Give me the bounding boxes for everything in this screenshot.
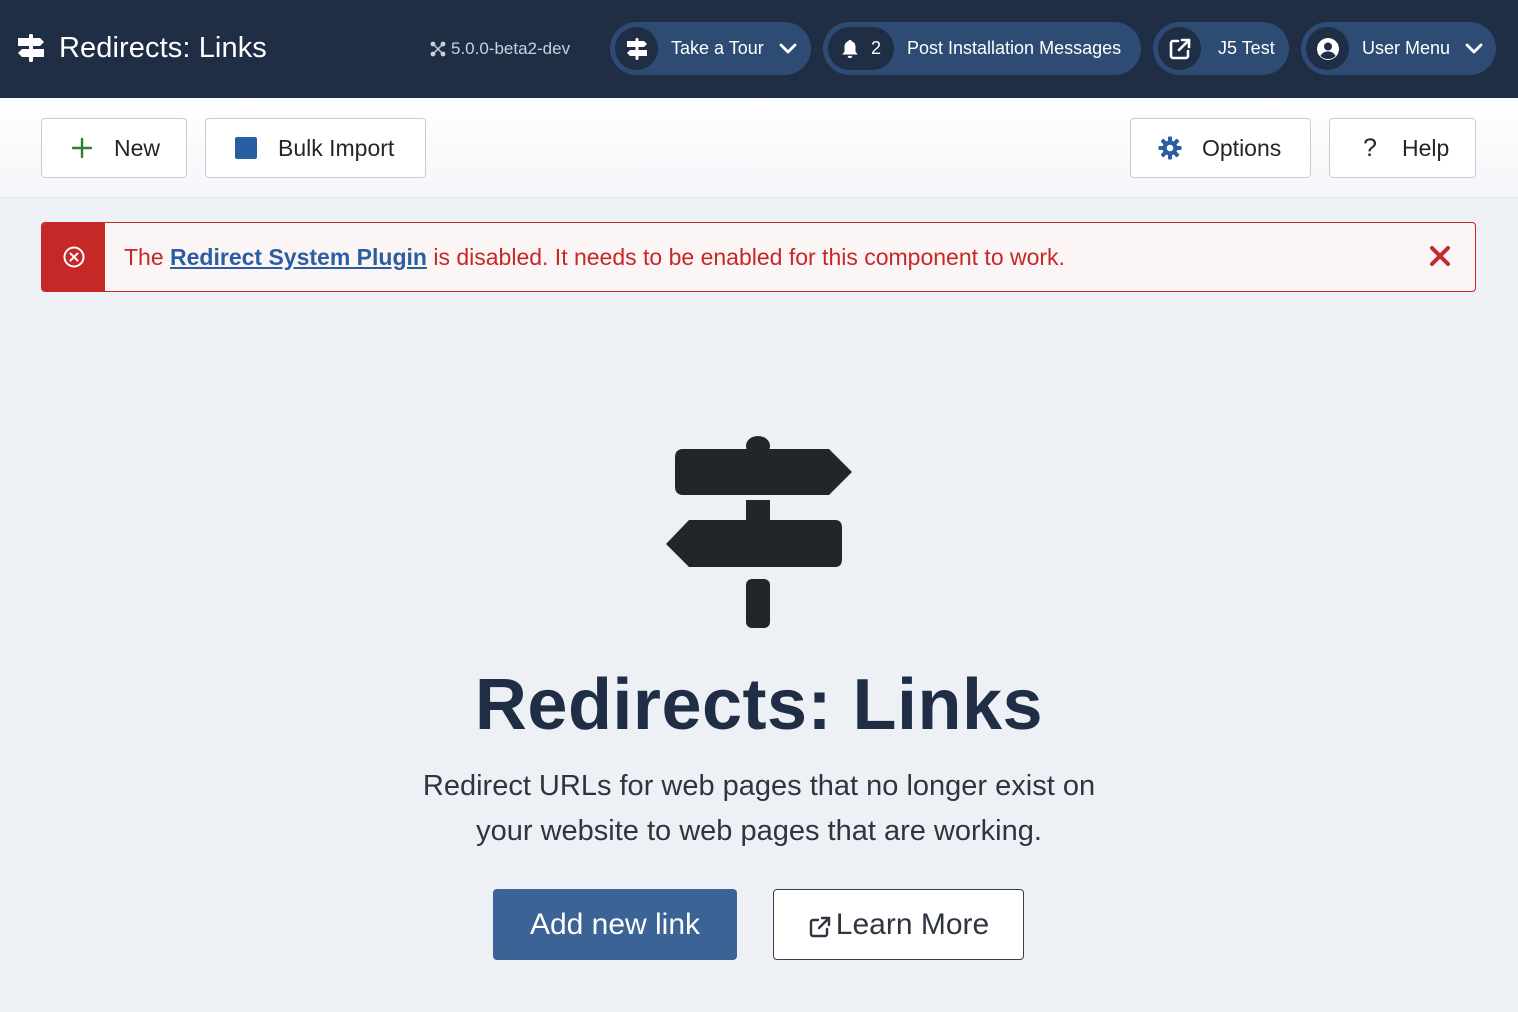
view-site-button[interactable]: J5 Test (1153, 22, 1289, 75)
learn-more-button[interactable]: Learn More (773, 889, 1024, 960)
alert-close-button[interactable] (1425, 241, 1455, 271)
external-link-icon (1158, 27, 1201, 70)
user-menu-label: User Menu (1362, 38, 1451, 58)
user-circle-icon (1306, 27, 1349, 70)
version-text: 5.0.0-beta2-dev (451, 39, 571, 58)
post-installation-messages-button[interactable]: 2 Post Installation Messages (823, 22, 1141, 75)
take-a-tour-button[interactable]: Take a Tour (610, 22, 811, 75)
new-button[interactable]: New (41, 118, 187, 178)
plus-icon (70, 136, 94, 160)
joomla-logo-icon (430, 41, 446, 57)
external-link-icon (809, 916, 830, 937)
learn-more-label: Learn More (835, 907, 990, 941)
take-a-tour-label: Take a Tour (671, 38, 764, 58)
signpost-icon (666, 436, 852, 628)
alert-message: The Redirect System Plugin is disabled. … (124, 244, 1065, 271)
chevron-down-icon (779, 43, 797, 53)
circle-x-icon (63, 246, 84, 268)
gear-icon (1158, 136, 1182, 160)
top-header: Redirects: Links 5.0.0-beta2-dev Take a … (0, 0, 1518, 98)
header-title: Redirects: Links (16, 28, 267, 68)
help-label: Help (1402, 134, 1450, 161)
bulk-import-label: Bulk Import (278, 134, 395, 161)
bulk-import-button[interactable]: Bulk Import (205, 118, 426, 178)
add-new-link-button[interactable]: Add new link (493, 889, 737, 960)
signpost-icon (615, 27, 658, 70)
chevron-down-icon (1465, 43, 1483, 53)
options-label: Options (1202, 134, 1282, 161)
bell-icon (842, 39, 858, 58)
options-button[interactable]: Options (1130, 118, 1311, 178)
version-label: 5.0.0-beta2-dev (430, 36, 570, 62)
user-menu-button[interactable]: User Menu (1301, 22, 1496, 75)
toolbar: New Bulk Import Options ? Help (0, 98, 1518, 198)
alert-side (42, 223, 105, 291)
square-icon (234, 136, 258, 160)
empty-state-description: Redirect URLs for web pages that no long… (422, 770, 1096, 847)
redirect-system-plugin-link[interactable]: Redirect System Plugin (170, 244, 427, 270)
close-icon (1430, 246, 1450, 266)
signpost-icon (18, 34, 44, 62)
alert-prefix: The (124, 243, 171, 270)
alert-suffix: is disabled. It needs to be enabled for … (426, 243, 1065, 270)
help-button[interactable]: ? Help (1329, 118, 1476, 178)
notification-badge: 2 (828, 27, 894, 70)
new-button-label: New (114, 134, 161, 161)
site-name-label: J5 Test (1218, 38, 1275, 58)
notification-count: 2 (871, 38, 882, 58)
plugin-disabled-alert: The Redirect System Plugin is disabled. … (41, 222, 1476, 292)
question-icon: ? (1363, 133, 1377, 162)
post-installation-label: Post Installation Messages (907, 38, 1122, 58)
empty-state-title: Redirects: Links (474, 665, 1044, 745)
page-title: Redirects: Links (59, 31, 267, 64)
